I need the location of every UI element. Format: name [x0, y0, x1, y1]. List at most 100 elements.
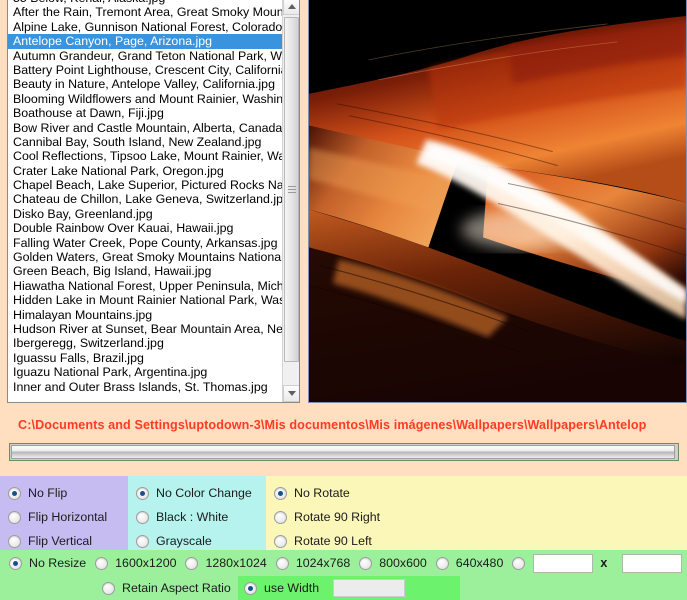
- list-item[interactable]: Cannibal Bay, South Island, New Zealand.…: [8, 135, 282, 149]
- list-item[interactable]: Autumn Grandeur, Grand Teton National Pa…: [8, 49, 282, 63]
- option-label: Grayscale: [156, 534, 212, 548]
- radio-icon[interactable]: [8, 486, 21, 500]
- file-list-viewport[interactable]: 55 Below, Kenai, Alaska.jpgAfter the Rai…: [8, 0, 282, 395]
- list-item[interactable]: Iguassu Falls, Brazil.jpg: [8, 351, 282, 365]
- list-item[interactable]: Disko Bay, Greenland.jpg: [8, 207, 282, 221]
- option-label: Rotate 90 Left: [294, 534, 372, 548]
- list-item[interactable]: Cool Reflections, Tipsoo Lake, Mount Rai…: [8, 149, 282, 163]
- top-region: 55 Below, Kenai, Alaska.jpgAfter the Rai…: [0, 0, 687, 410]
- radio-800x600[interactable]: 800x600: [359, 556, 427, 570]
- radio-icon[interactable]: [275, 556, 289, 570]
- dimension-separator: x: [600, 556, 608, 570]
- option-label: Black : White: [156, 510, 229, 524]
- radio-1024x768[interactable]: 1024x768: [275, 556, 351, 570]
- custom-size-group[interactable]: x: [512, 553, 683, 573]
- radio-icon[interactable]: [359, 556, 373, 570]
- radio-no-color-change[interactable]: No Color Change: [136, 481, 266, 505]
- caret-down-icon: [287, 391, 296, 396]
- resize-presets-row: No Resize 1600x1200 1280x1024 1024x768 8…: [0, 550, 687, 576]
- radio-icon[interactable]: [8, 534, 21, 548]
- list-item[interactable]: Crater Lake National Park, Oregon.jpg: [8, 164, 282, 178]
- use-width-group[interactable]: use Width: [238, 576, 460, 600]
- radio-no-flip[interactable]: No Flip: [8, 481, 128, 505]
- radio-icon[interactable]: [244, 581, 257, 595]
- radio-flip-horizontal[interactable]: Flip Horizontal: [8, 505, 128, 529]
- progress-trackbar[interactable]: [9, 443, 679, 461]
- list-item[interactable]: Chateau de Chillon, Lake Geneva, Switzer…: [8, 192, 282, 206]
- radio-1280x1024[interactable]: 1280x1024: [185, 556, 267, 570]
- option-label: 1024x768: [295, 556, 351, 570]
- radio-retain-aspect-ratio[interactable]: Retain Aspect Ratio: [102, 581, 231, 595]
- option-label: No Resize: [29, 556, 87, 570]
- list-item[interactable]: Bow River and Castle Mountain, Alberta, …: [8, 121, 282, 135]
- grip-icon: [287, 184, 296, 195]
- radio-icon[interactable]: [512, 556, 526, 570]
- radio-icon[interactable]: [95, 556, 109, 570]
- preview-image: [309, 0, 686, 402]
- radio-icon[interactable]: [8, 510, 21, 524]
- scrollbar-thumb[interactable]: [284, 17, 299, 362]
- radio-icon[interactable]: [136, 510, 149, 524]
- list-item[interactable]: Blooming Wildflowers and Mount Rainier, …: [8, 92, 282, 106]
- color-options-panel: No Color Change Black : White Grayscale: [128, 476, 266, 550]
- radio-icon[interactable]: [102, 581, 115, 595]
- option-label: 640x480: [455, 556, 504, 570]
- list-item[interactable]: Golden Waters, Great Smoky Mountains Nat…: [8, 250, 282, 264]
- radio-black-white[interactable]: Black : White: [136, 505, 266, 529]
- radio-no-resize[interactable]: No Resize: [9, 556, 86, 570]
- scroll-up-button[interactable]: [283, 0, 299, 15]
- list-item[interactable]: Iguazu National Park, Argentina.jpg: [8, 365, 282, 379]
- use-width-input[interactable]: [333, 579, 406, 597]
- radio-icon[interactable]: [136, 534, 149, 548]
- list-item[interactable]: Boathouse at Dawn, Fiji.jpg: [8, 106, 282, 120]
- list-item[interactable]: Falling Water Creek, Pope County, Arkans…: [8, 236, 282, 250]
- option-label: 1600x1200: [115, 556, 177, 570]
- list-item[interactable]: Himalayan Mountains.jpg: [8, 308, 282, 322]
- list-item[interactable]: Green Beach, Big Island, Hawaii.jpg: [8, 264, 282, 278]
- scroll-down-button[interactable]: [283, 385, 299, 402]
- list-item[interactable]: Lake Louise, Canadian Rockies.jpg: [8, 394, 282, 395]
- radio-rotate-90-right[interactable]: Rotate 90 Right: [274, 505, 687, 529]
- radio-icon[interactable]: [274, 486, 287, 500]
- radio-icon[interactable]: [274, 534, 287, 548]
- list-item[interactable]: Double Rainbow Over Kauai, Hawaii.jpg: [8, 221, 282, 235]
- list-item[interactable]: Beauty in Nature, Antelope Valley, Calif…: [8, 77, 282, 91]
- caret-up-icon: [287, 4, 296, 9]
- option-label: Rotate 90 Right: [294, 510, 381, 524]
- trackbar-fill: [11, 445, 675, 459]
- wallpaper-file-list[interactable]: 55 Below, Kenai, Alaska.jpgAfter the Rai…: [7, 0, 300, 403]
- radio-icon[interactable]: [274, 510, 287, 524]
- list-item[interactable]: Ibergeregg, Switzerland.jpg: [8, 336, 282, 350]
- radio-1600x1200[interactable]: 1600x1200: [95, 556, 176, 570]
- file-list-vertical-scrollbar[interactable]: [282, 0, 299, 402]
- radio-icon[interactable]: [136, 486, 149, 500]
- list-item[interactable]: Alpine Lake, Gunnison National Forest, C…: [8, 20, 282, 34]
- option-label: 800x600: [379, 556, 427, 570]
- resize-options-panel: No Resize 1600x1200 1280x1024 1024x768 8…: [0, 550, 687, 600]
- list-item[interactable]: After the Rain, Tremont Area, Great Smok…: [8, 5, 282, 19]
- rotate-options-panel: No Rotate Rotate 90 Right Rotate 90 Left: [266, 476, 687, 550]
- custom-height-input[interactable]: [622, 553, 683, 573]
- image-preview-panel[interactable]: [308, 0, 687, 403]
- radio-no-rotate[interactable]: No Rotate: [274, 481, 687, 505]
- radio-icon[interactable]: [435, 556, 449, 570]
- list-item[interactable]: Hidden Lake in Mount Rainier National Pa…: [8, 293, 282, 307]
- aspect-ratio-row: Retain Aspect Ratio use Width: [0, 576, 687, 600]
- option-label: No Flip: [28, 486, 68, 500]
- image-batch-tool-window: 55 Below, Kenai, Alaska.jpgAfter the Rai…: [0, 0, 687, 600]
- list-item[interactable]: Chapel Beach, Lake Superior, Pictured Ro…: [8, 178, 282, 192]
- list-item[interactable]: Antelope Canyon, Page, Arizona.jpg: [8, 34, 282, 49]
- list-item[interactable]: Inner and Outer Brass Islands, St. Thoma…: [8, 380, 282, 394]
- option-label: No Color Change: [156, 486, 252, 500]
- radio-icon[interactable]: [9, 556, 22, 570]
- option-label: 1280x1024: [205, 556, 267, 570]
- list-item[interactable]: Hiawatha National Forest, Upper Peninsul…: [8, 279, 282, 293]
- transform-options-row: No Flip Flip Horizontal Flip Vertical No…: [0, 476, 687, 550]
- radio-icon[interactable]: [185, 556, 199, 570]
- current-folder-path: C:\Documents and Settings\uptodown-3\Mis…: [18, 417, 647, 432]
- list-item[interactable]: Hudson River at Sunset, Bear Mountain Ar…: [8, 322, 282, 336]
- radio-640x480[interactable]: 640x480: [435, 556, 504, 570]
- list-item[interactable]: Battery Point Lighthouse, Crescent City,…: [8, 63, 282, 77]
- option-label: Retain Aspect Ratio: [122, 581, 231, 595]
- custom-width-input[interactable]: [533, 553, 594, 573]
